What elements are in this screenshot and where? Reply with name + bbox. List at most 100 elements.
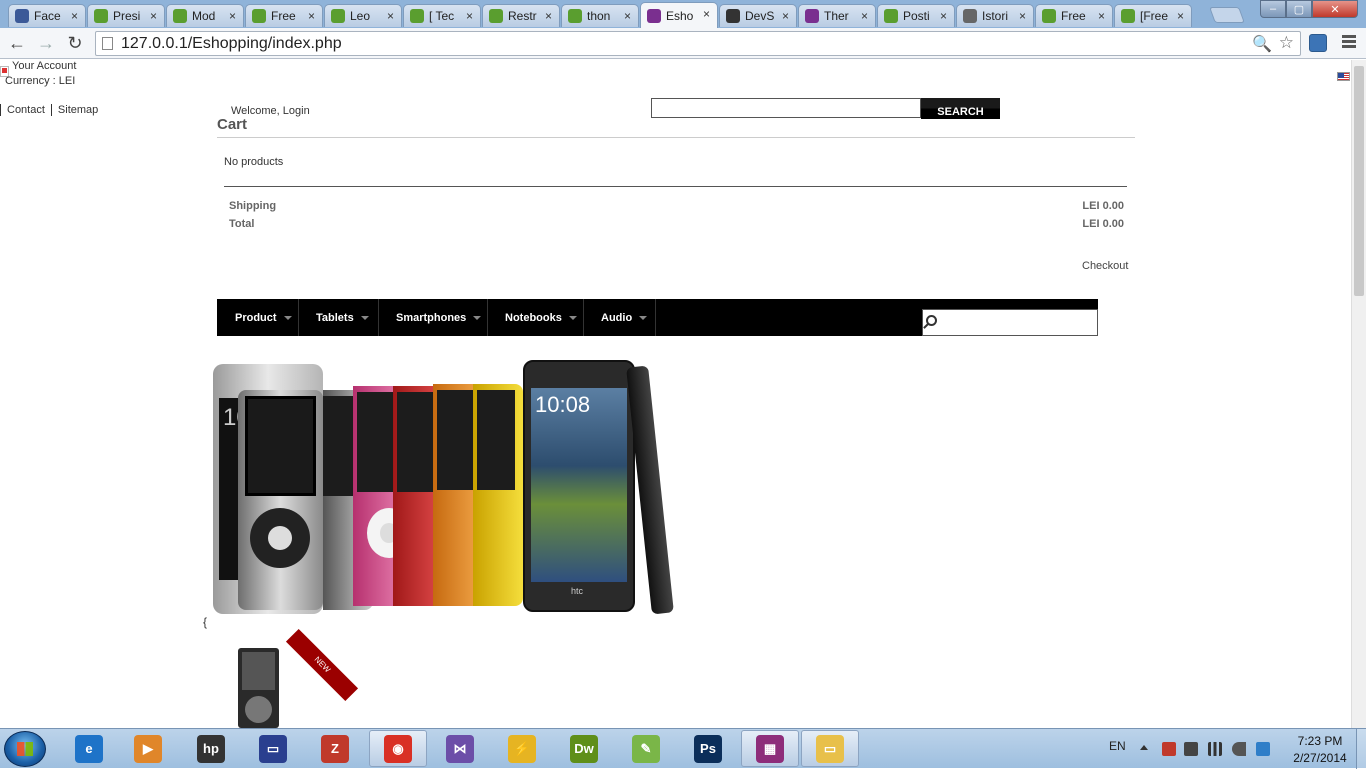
taskbar-app[interactable]: ▦ <box>741 730 799 767</box>
menu-item-notebooks[interactable]: Notebooks <box>488 299 584 336</box>
address-bar[interactable]: 127.0.0.1/Eshopping/index.php 🔍 ☆ <box>95 31 1301 56</box>
vertical-scrollbar[interactable] <box>1351 60 1366 728</box>
close-tab-icon[interactable]: × <box>229 9 236 23</box>
photoshop-icon: Ps <box>694 734 722 763</box>
browser-tab[interactable]: Restr × <box>482 4 560 27</box>
browser-tab[interactable]: Face × <box>8 4 86 27</box>
taskbar-app[interactable]: ▭ <box>801 730 859 767</box>
taskbar-app[interactable]: ▭ <box>244 730 302 767</box>
close-tab-icon[interactable]: × <box>703 7 710 21</box>
browser-tab[interactable]: Ther × <box>798 4 876 27</box>
login-link[interactable]: Login <box>283 105 310 117</box>
close-tab-icon[interactable]: × <box>1098 9 1105 23</box>
ipod-silver <box>238 390 323 610</box>
window-minimize-button[interactable]: ‒ <box>1260 0 1286 18</box>
taskbar-app[interactable]: e <box>60 730 118 767</box>
taskbar-app[interactable]: Z <box>306 730 364 767</box>
taskbar-app[interactable]: ⚡ <box>493 730 551 767</box>
clock-time[interactable]: 7:23 PM <box>1290 734 1350 748</box>
close-tab-icon[interactable]: × <box>782 9 789 23</box>
browser-tab[interactable]: DevS × <box>719 4 797 27</box>
taskbar-app[interactable]: ◉ <box>369 730 427 767</box>
back-button[interactable]: ← <box>6 32 28 54</box>
cart-title[interactable]: Cart <box>217 116 247 133</box>
close-tab-icon[interactable]: × <box>387 9 394 23</box>
stray-text: { <box>203 615 208 629</box>
chevron-down-icon <box>568 315 577 320</box>
signal-icon[interactable] <box>1208 742 1222 756</box>
menu-item-product[interactable]: Product <box>217 299 299 336</box>
window-maximize-button[interactable]: ▢ <box>1286 0 1312 18</box>
cart-divider <box>217 137 1135 138</box>
clock-text: 10:08 <box>535 392 591 417</box>
taskbar-app[interactable]: Dw <box>555 730 613 767</box>
reload-button[interactable]: ↻ <box>64 32 86 54</box>
product-thumbnail[interactable] <box>238 648 279 728</box>
checkout-link[interactable]: Checkout <box>1082 260 1128 272</box>
browser-tab[interactable]: Mod × <box>166 4 244 27</box>
network-warning-icon[interactable] <box>1162 742 1176 756</box>
browser-tab[interactable]: Free × <box>1035 4 1113 27</box>
contact-link[interactable]: Contact <box>0 104 51 116</box>
sitemap-link[interactable]: Sitemap <box>50 104 105 116</box>
tab-label: Ther <box>824 9 849 23</box>
close-tab-icon[interactable]: × <box>624 9 631 23</box>
show-desktop-button[interactable] <box>1356 729 1366 769</box>
banner-image[interactable]: 10 10:08 htc <box>203 360 688 618</box>
extension-icon[interactable] <box>1309 34 1327 52</box>
window-close-button[interactable]: ✕ <box>1312 0 1358 18</box>
clock-date[interactable]: 2/27/2014 <box>1290 751 1350 765</box>
close-tab-icon[interactable]: × <box>861 9 868 23</box>
close-tab-icon[interactable]: × <box>940 9 947 23</box>
menu-item-audio[interactable]: Audio <box>584 299 656 336</box>
menu-item-tablets[interactable]: Tablets <box>299 299 379 336</box>
bookmark-star-icon[interactable]: ☆ <box>1279 33 1294 53</box>
menu-item-smartphones[interactable]: Smartphones <box>379 299 488 336</box>
us-flag-icon[interactable] <box>1337 72 1350 81</box>
browser-menu-icon[interactable] <box>1342 35 1356 50</box>
tab-favicon-icon <box>94 9 108 23</box>
browser-tab[interactable]: Esho × <box>640 2 718 28</box>
browser-tab[interactable]: Posti × <box>877 4 955 27</box>
taskbar-app[interactable]: ▶ <box>119 730 177 767</box>
browser-tab[interactable]: Leo × <box>324 4 402 27</box>
language-indicator[interactable]: EN <box>1109 739 1126 753</box>
header-links: Contact Sitemap <box>0 104 105 116</box>
currency-value: LEI <box>58 75 76 87</box>
close-tab-icon[interactable]: × <box>545 9 552 23</box>
forward-button[interactable]: → <box>35 32 57 54</box>
tools-icon: ⚡ <box>508 734 536 763</box>
close-tab-icon[interactable]: × <box>150 9 157 23</box>
dropbox-icon[interactable] <box>1256 742 1270 756</box>
browser-tab[interactable]: Istori × <box>956 4 1034 27</box>
currency-block[interactable]: Currency : LEI <box>5 75 75 87</box>
taskbar-app[interactable]: hp <box>182 730 240 767</box>
close-tab-icon[interactable]: × <box>1177 9 1184 23</box>
taskbar-app[interactable]: ⋈ <box>431 730 489 767</box>
close-tab-icon[interactable]: × <box>466 9 473 23</box>
browser-tab[interactable]: [ Tec × <box>403 4 481 27</box>
browser-tab[interactable]: Free × <box>245 4 323 27</box>
new-tab-button[interactable] <box>1209 7 1245 23</box>
taskbar-app[interactable]: ✎ <box>617 730 675 767</box>
close-tab-icon[interactable]: × <box>1019 9 1026 23</box>
menu-search-input[interactable] <box>922 309 1098 336</box>
search-button[interactable]: SEARCH <box>921 98 1000 119</box>
your-account-link[interactable]: Your Account <box>12 60 76 72</box>
search-input[interactable] <box>651 98 921 118</box>
close-tab-icon[interactable]: × <box>71 9 78 23</box>
security-icon[interactable] <box>1184 742 1198 756</box>
browser-tab[interactable]: Presi × <box>87 4 165 27</box>
zoom-icon[interactable]: 🔍 <box>1252 34 1272 54</box>
taskbar-app[interactable]: Ps <box>679 730 737 767</box>
browser-tab[interactable]: [Free × <box>1114 4 1192 27</box>
scrollbar-thumb[interactable] <box>1354 66 1364 296</box>
address-url[interactable]: 127.0.0.1/Eshopping/index.php <box>121 35 342 53</box>
close-tab-icon[interactable]: × <box>308 9 315 23</box>
volume-icon[interactable] <box>1232 742 1246 756</box>
tab-label: DevS <box>745 9 775 23</box>
start-button[interactable] <box>4 731 46 767</box>
chevron-down-icon <box>283 315 292 320</box>
browser-tab[interactable]: thon × <box>561 4 639 27</box>
show-hidden-icons-icon[interactable] <box>1140 745 1148 750</box>
